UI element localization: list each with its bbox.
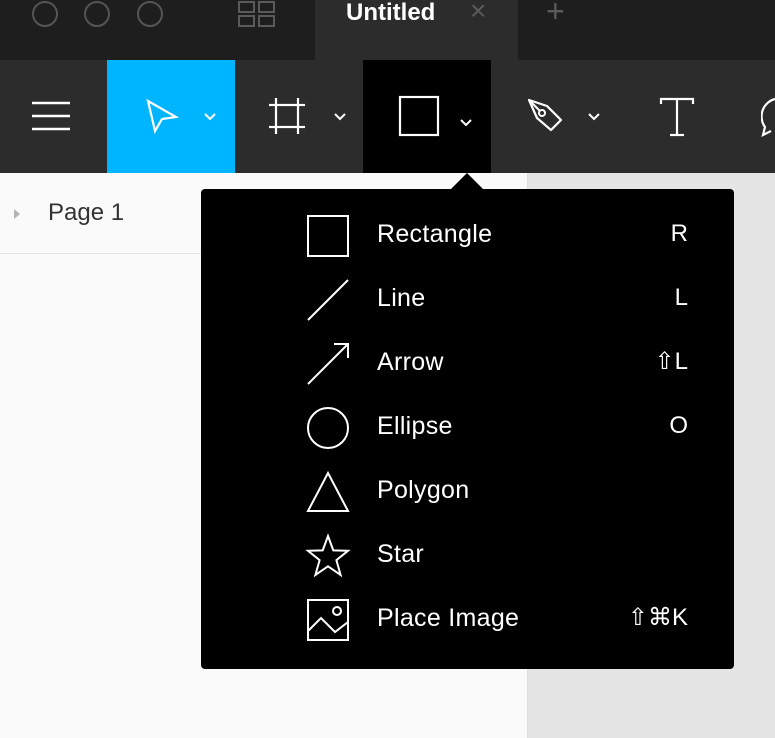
move-tool-button[interactable] — [107, 60, 235, 173]
menu-item-shortcut: L — [674, 284, 688, 311]
menu-item-shortcut: ⇧⌘K — [627, 604, 688, 631]
tab-title: Untitled — [346, 0, 436, 26]
menu-item-shortcut: ⇧L — [654, 348, 688, 375]
ellipse-icon — [307, 407, 349, 449]
menu-item-label: Line — [377, 284, 426, 312]
rectangle-icon — [398, 95, 440, 137]
image-icon — [307, 599, 349, 641]
polygon-icon — [306, 470, 350, 512]
chevron-down-icon — [334, 113, 346, 121]
file-browser-grid-icon[interactable] — [237, 0, 277, 30]
line-icon — [307, 279, 349, 321]
menu-item-label: Arrow — [377, 348, 444, 376]
frame-icon — [269, 98, 305, 134]
chevron-down-icon — [588, 113, 600, 121]
menu-item-shortcut: O — [669, 412, 688, 439]
menu-item-place-image[interactable]: Place Image ⇧⌘K — [201, 587, 734, 651]
shape-dropdown-menu: Rectangle R Line L Arrow ⇧L Ellipse O Po… — [201, 189, 734, 669]
window-close-dot[interactable] — [32, 1, 58, 27]
comment-icon — [761, 97, 775, 137]
frame-tool-button[interactable] — [235, 60, 363, 173]
menu-item-shortcut: R — [670, 220, 688, 247]
window-minimize-dot[interactable] — [84, 1, 110, 27]
menu-item-polygon[interactable]: Polygon — [201, 459, 734, 523]
menu-item-ellipse[interactable]: Ellipse O — [201, 395, 734, 459]
menu-item-line[interactable]: Line L — [201, 267, 734, 331]
new-tab-plus-icon[interactable]: + — [546, 0, 565, 27]
star-icon — [305, 533, 351, 578]
title-bar: Untitled × + — [0, 0, 775, 60]
toolbar — [0, 60, 775, 173]
menu-pointer — [451, 173, 483, 189]
chevron-down-icon — [204, 113, 216, 121]
text-tool-button[interactable] — [619, 60, 747, 173]
rectangle-icon — [307, 215, 349, 257]
menu-item-rectangle[interactable]: Rectangle R — [201, 203, 734, 267]
main-menu-button[interactable] — [0, 60, 107, 173]
shape-tool-button[interactable] — [363, 60, 491, 173]
expand-triangle-icon[interactable] — [14, 209, 20, 219]
pen-tool-button[interactable] — [491, 60, 619, 173]
pen-icon — [527, 98, 563, 132]
tab-close-icon[interactable]: × — [470, 0, 486, 25]
menu-item-label: Place Image — [377, 604, 520, 632]
cursor-arrow-icon — [146, 98, 179, 134]
menu-item-label: Polygon — [377, 476, 470, 504]
page-label: Page 1 — [48, 199, 125, 226]
menu-item-arrow[interactable]: Arrow ⇧L — [201, 331, 734, 395]
hamburger-icon — [32, 101, 70, 131]
arrow-icon — [307, 343, 349, 385]
menu-item-star[interactable]: Star — [201, 523, 734, 587]
menu-item-label: Rectangle — [377, 220, 493, 248]
menu-item-label: Ellipse — [377, 412, 453, 440]
menu-item-label: Star — [377, 540, 425, 568]
comment-tool-button[interactable] — [747, 60, 775, 173]
window-zoom-dot[interactable] — [137, 1, 163, 27]
text-icon — [659, 97, 695, 137]
chevron-down-icon — [460, 119, 472, 127]
